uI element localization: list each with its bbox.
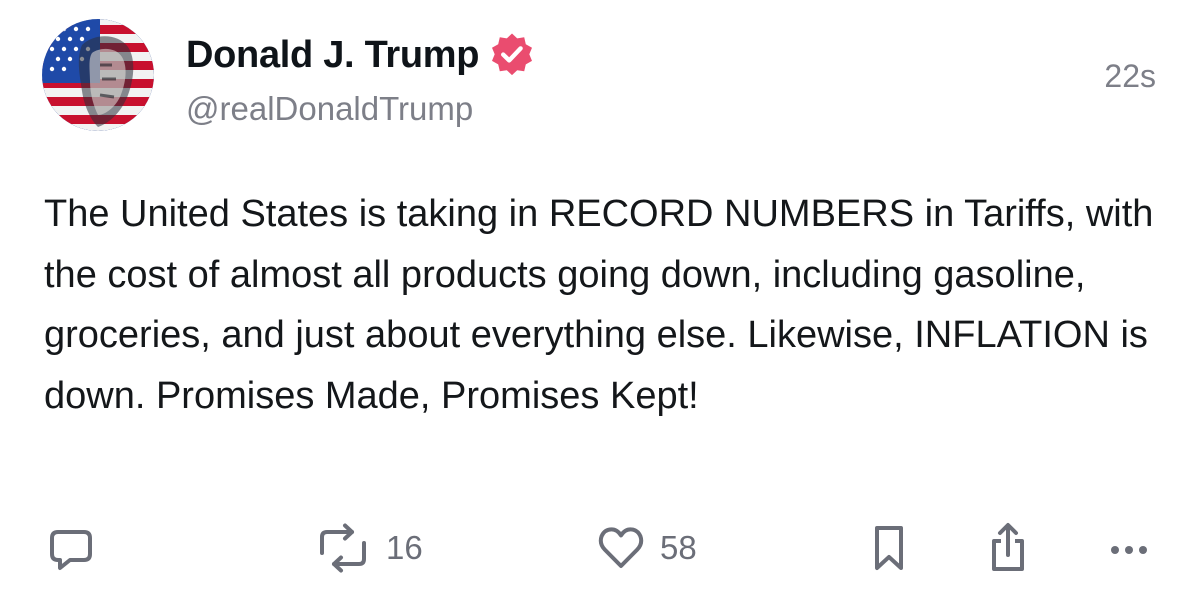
speech-bubble-icon xyxy=(50,530,92,570)
repost-icon xyxy=(320,523,366,573)
more-icon xyxy=(1111,546,1147,554)
like-count: 58 xyxy=(660,529,697,566)
share-icon xyxy=(992,523,1024,571)
repost-button[interactable]: 16 xyxy=(314,520,423,576)
bookmark-button[interactable] xyxy=(866,520,912,576)
verified-badge-icon xyxy=(492,33,533,76)
author-handle[interactable]: @realDonaldTrump xyxy=(186,90,473,128)
author-name-row[interactable]: Donald J. Trump xyxy=(186,32,535,78)
repost-count: 16 xyxy=(386,529,423,566)
heart-icon xyxy=(598,527,644,568)
action-bar: 16 58 xyxy=(0,520,1200,576)
post-card: Donald J. Trump @realDonaldTrump 22s The… xyxy=(0,0,1200,589)
post-text: The United States is taking in RECORD NU… xyxy=(44,193,1154,417)
avatar-image xyxy=(42,19,154,131)
like-button[interactable]: 58 xyxy=(596,520,697,576)
avatar[interactable] xyxy=(42,19,154,131)
bookmark-icon xyxy=(875,526,903,570)
reply-button[interactable] xyxy=(46,520,96,576)
more-button[interactable] xyxy=(1106,520,1152,576)
author-display-name[interactable]: Donald J. Trump xyxy=(186,34,480,77)
post-timestamp[interactable]: 22s xyxy=(1104,58,1156,95)
share-button[interactable] xyxy=(985,520,1031,576)
